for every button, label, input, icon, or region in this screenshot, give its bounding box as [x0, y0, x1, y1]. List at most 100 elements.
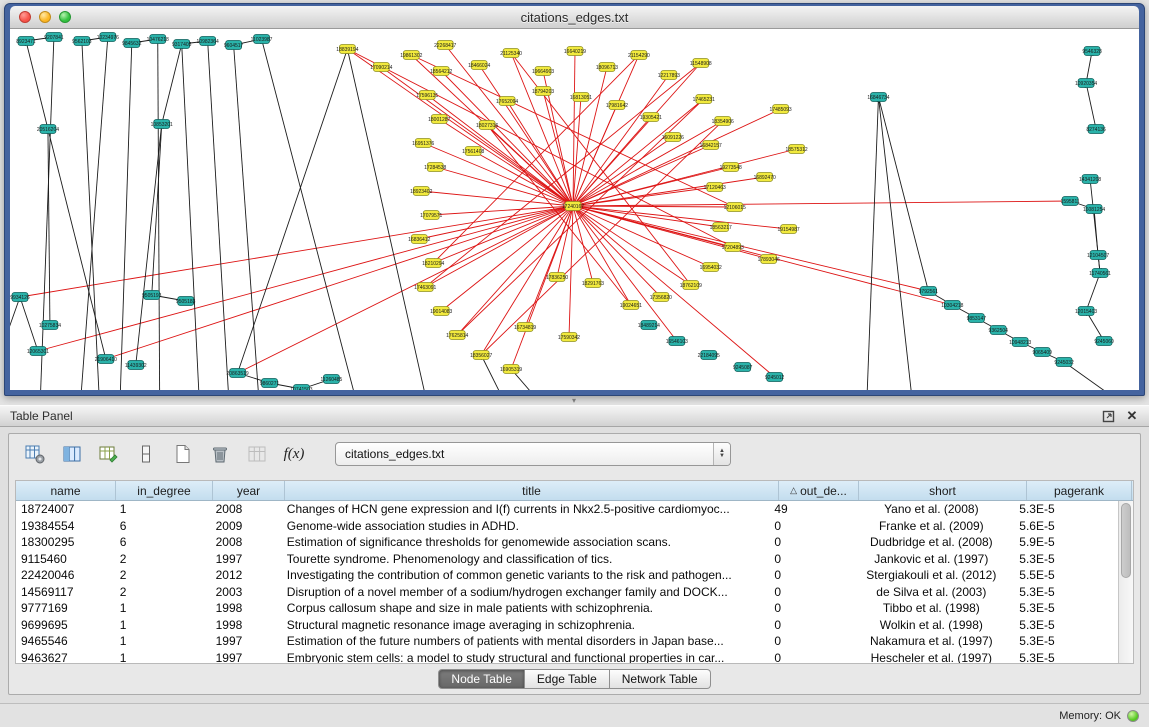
row-height-button[interactable]	[134, 442, 158, 466]
graph-node[interactable]: 9317405	[172, 40, 192, 49]
table-cell[interactable]: Changes of HCN gene expression and I(f) …	[282, 501, 770, 518]
graph-node[interactable]: 17561408	[462, 147, 484, 156]
network-svg[interactable]: 1856421217596131180012871695137617284538…	[10, 29, 1139, 390]
graph-node[interactable]: 18096713	[596, 63, 618, 72]
table-cell[interactable]: 1	[115, 617, 211, 634]
function-builder-button[interactable]: f(x)	[282, 442, 306, 466]
column-header-title[interactable]: title	[285, 481, 779, 500]
graph-edge[interactable]	[427, 95, 573, 206]
graph-node[interactable]: 11260485	[321, 375, 343, 384]
graph-node[interactable]: 18575312	[786, 145, 808, 154]
graph-node[interactable]: 9792561	[919, 287, 939, 296]
graph-node[interactable]: 9562103	[72, 37, 92, 46]
table-cell[interactable]: 18724007	[16, 501, 115, 518]
graph-node[interactable]: 10982364	[197, 37, 219, 46]
graph-node[interactable]: 19154987	[778, 225, 800, 234]
table-row[interactable]: 977716911998Corpus callosum shape and si…	[16, 600, 1118, 617]
graph-edge[interactable]	[1086, 273, 1100, 311]
column-header-name[interactable]: name	[16, 481, 116, 500]
graph-node[interactable]: 8923471	[16, 37, 36, 46]
table-cell[interactable]: Stergiakouli et al. (2012)	[848, 567, 1014, 584]
table-cell[interactable]: 1997	[211, 551, 282, 568]
graph-node[interactable]: 16640219	[564, 47, 586, 56]
table-cell[interactable]: 1998	[211, 617, 282, 634]
network-window-titlebar[interactable]: citations_edges.txt	[10, 6, 1139, 29]
graph-node[interactable]: 17596131	[416, 91, 438, 100]
graph-node[interactable]: 19861302	[400, 51, 422, 60]
table-selector-dropdown[interactable]: citations_edges.txt ▲▼	[335, 442, 731, 466]
graph-node[interactable]: 17590342	[558, 333, 580, 342]
graph-node[interactable]: 10275834	[39, 321, 61, 330]
graph-node[interactable]: 19305421	[640, 113, 662, 122]
table-cell[interactable]: 2009	[211, 518, 282, 535]
table-cell[interactable]: 0	[769, 567, 848, 584]
graph-edge[interactable]	[238, 49, 348, 373]
graph-node[interactable]: 21125340	[500, 49, 522, 58]
table-cell[interactable]: 1	[115, 501, 211, 518]
table-cell[interactable]: 19384554	[16, 518, 115, 535]
show-columns-button[interactable]	[60, 442, 84, 466]
graph-node[interactable]: 18027316	[476, 121, 498, 130]
graph-node[interactable]: 11740561	[1089, 269, 1111, 278]
graph-node[interactable]: 12106015	[724, 203, 746, 212]
table-cell[interactable]: 5.3E-5	[1014, 600, 1118, 617]
table-cell[interactable]: 1997	[211, 633, 282, 650]
graph-node[interactable]: 17204893	[722, 243, 744, 252]
table-cell[interactable]: Dudbridge et al. (2008)	[848, 534, 1014, 551]
graph-node[interactable]: 12104507	[1087, 251, 1109, 260]
table-row[interactable]: 1456911722003Disruption of a novel membe…	[16, 584, 1118, 601]
table-cell[interactable]: 1	[115, 600, 211, 617]
graph-node[interactable]: 17465231	[693, 95, 715, 104]
tab-edge-table[interactable]: Edge Table	[525, 669, 610, 689]
graph-node[interactable]: 18356027	[470, 351, 492, 360]
graph-node[interactable]: 21906410	[95, 355, 117, 364]
graph-node[interactable]: 16954032	[700, 263, 722, 272]
graph-edge[interactable]	[208, 41, 230, 390]
graph-node[interactable]: 14341208	[1079, 175, 1101, 184]
graph-edge[interactable]	[26, 41, 48, 129]
graph-node[interactable]: 9362504	[989, 326, 1009, 335]
graph-edge[interactable]	[152, 124, 162, 295]
graph-node[interactable]: 18210294	[422, 259, 444, 268]
graph-node[interactable]: 18291763	[582, 279, 604, 288]
graph-edge[interactable]	[573, 109, 781, 206]
graph-edge[interactable]	[182, 44, 200, 390]
table-cell[interactable]: 2	[115, 551, 211, 568]
table-cell[interactable]: 2	[115, 567, 211, 584]
table-cell[interactable]: 6	[115, 534, 211, 551]
table-cell[interactable]: Yano et al. (2008)	[848, 501, 1014, 518]
table-cell[interactable]: 14569117	[16, 584, 115, 601]
graph-edge[interactable]	[158, 39, 160, 390]
table-row[interactable]: 2242004622012Investigating the contribut…	[16, 567, 1118, 584]
table-cell[interactable]: 0	[769, 534, 848, 551]
table-cell[interactable]: 0	[769, 650, 848, 664]
graph-edge[interactable]	[433, 206, 573, 263]
table-cell[interactable]: 0	[769, 600, 848, 617]
column-header-in_degree[interactable]: in_degree	[116, 481, 213, 500]
graph-edge[interactable]	[20, 297, 38, 351]
graph-node[interactable]: 19024651	[620, 301, 642, 310]
graph-node[interactable]: 9505183	[176, 297, 196, 306]
table-cell[interactable]: Structural magnetic resonance image aver…	[282, 617, 770, 634]
graph-node[interactable]: 9207841	[44, 33, 64, 42]
graph-edge[interactable]	[136, 124, 162, 365]
graph-node[interactable]: 17356820	[650, 293, 672, 302]
graph-edge[interactable]	[481, 121, 723, 355]
delete-table-button[interactable]	[208, 442, 232, 466]
table-cell[interactable]: 18300295	[16, 534, 115, 551]
table-cell[interactable]: 2	[115, 584, 211, 601]
table-row[interactable]: 1872400712008Changes of HCN gene express…	[16, 501, 1118, 518]
graph-node[interactable]: 16836412	[408, 235, 430, 244]
graph-node[interactable]: 19664903	[532, 67, 554, 76]
graph-edge[interactable]	[10, 297, 20, 359]
graph-node[interactable]: 17625814	[446, 331, 468, 340]
graph-node[interactable]: 10853201	[151, 120, 173, 129]
graph-node[interactable]: 10304218	[941, 301, 963, 310]
tab-node-table[interactable]: Node Table	[438, 669, 525, 689]
dropdown-stepper-icon[interactable]: ▲▼	[713, 443, 730, 465]
graph-node[interactable]: 9860271	[260, 379, 280, 388]
graph-node[interactable]: 16734819	[514, 323, 536, 332]
table-cell[interactable]: 5.6E-5	[1014, 518, 1118, 535]
graph-node[interactable]: 16905319	[500, 365, 522, 374]
table-cell[interactable]: 5.5E-5	[1014, 567, 1118, 584]
